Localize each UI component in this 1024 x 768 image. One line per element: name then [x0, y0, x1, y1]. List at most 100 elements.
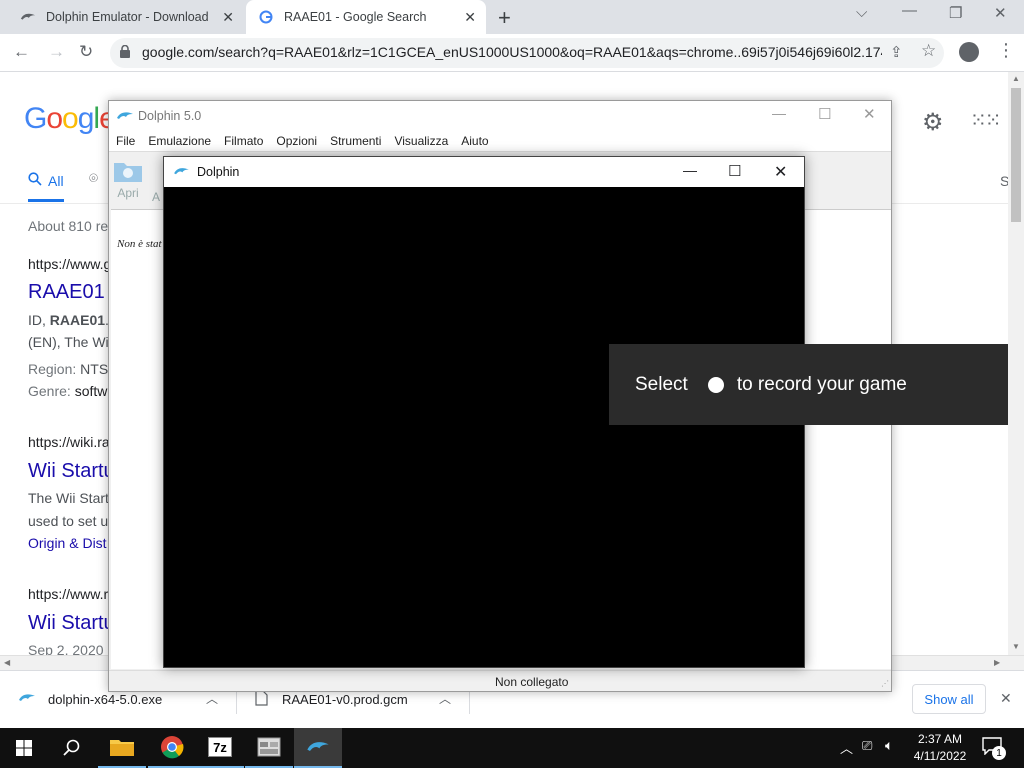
- result-title[interactable]: RAAE01: [28, 281, 105, 304]
- resize-grip-icon[interactable]: ⋰: [881, 679, 889, 688]
- menu-kebab-icon[interactable]: ⋮: [997, 40, 1015, 61]
- clock[interactable]: 2:37 AM 4/11/2022: [912, 731, 968, 765]
- toast-prefix: Select: [635, 373, 688, 395]
- profile-avatar[interactable]: [959, 42, 979, 62]
- dolphin-icon: [173, 165, 190, 180]
- result-url[interactable]: https://wiki.ra: [28, 434, 110, 450]
- share-icon[interactable]: ⇪: [890, 43, 903, 61]
- menu-strumenti[interactable]: Strumenti: [323, 131, 387, 151]
- result-sitelink[interactable]: Origin & Dist: [28, 535, 107, 551]
- menu-aiuto[interactable]: Aiuto: [454, 131, 494, 151]
- active-tab-underline: [28, 199, 64, 202]
- bookmark-star-icon[interactable]: ☆: [921, 41, 936, 61]
- download-filename: RAAE01-v0.prod.gcm: [282, 691, 408, 707]
- render-titlebar[interactable]: Dolphin — ☐ ✕: [164, 157, 804, 187]
- result-title[interactable]: Wii Startu: [28, 460, 115, 483]
- url-text[interactable]: google.com/search?q=RAAE01&rlz=1C1GCEA_e…: [142, 44, 882, 60]
- result-title[interactable]: Wii Startu: [28, 612, 115, 635]
- chevron-up-icon[interactable]: ︿: [206, 690, 218, 707]
- window-title: Dolphin 5.0: [138, 109, 202, 123]
- attr-value[interactable]: softw: [75, 383, 108, 399]
- volume-icon[interactable]: 🔈︎: [885, 737, 893, 754]
- menu-opzioni[interactable]: Opzioni: [269, 131, 323, 151]
- close-button[interactable]: ✕: [863, 105, 876, 123]
- scroll-up-arrow-icon[interactable]: ▲: [1012, 74, 1020, 83]
- forward-button[interactable]: →: [48, 42, 65, 62]
- close-downloads-icon[interactable]: ✕: [1000, 690, 1012, 707]
- render-surface[interactable]: [164, 187, 804, 667]
- vertical-scrollbar[interactable]: ▲ ▼: [1008, 72, 1024, 655]
- minimize-button[interactable]: —: [902, 2, 917, 19]
- record-dot-icon: [707, 376, 724, 393]
- close-window-button[interactable]: ✕: [994, 4, 1007, 22]
- status-text: Non collegato: [495, 675, 569, 689]
- tab-all-label: All: [48, 172, 64, 189]
- scroll-right-arrow-icon[interactable]: ▶: [994, 658, 1000, 667]
- minimize-button[interactable]: —: [772, 105, 786, 121]
- lock-icon[interactable]: [120, 44, 130, 58]
- back-button[interactable]: ←: [13, 42, 30, 62]
- window-title: Dolphin: [197, 165, 240, 179]
- tab-title: Dolphin Emulator - Download: [46, 10, 209, 24]
- attr-label: Genre:: [28, 383, 75, 399]
- open-button[interactable]: Apri: [112, 159, 144, 207]
- result-attribute: Region: NTS: [28, 361, 108, 377]
- file-icon: [255, 689, 268, 709]
- scroll-left-arrow-icon[interactable]: ◀: [4, 658, 10, 667]
- show-all-button[interactable]: Show all: [912, 684, 986, 714]
- toast-suffix: to record your game: [736, 373, 907, 395]
- maximize-button[interactable]: ☐: [818, 105, 831, 123]
- result-snippet-line: The Wii Start: [28, 490, 109, 506]
- chrome-icon[interactable]: [148, 728, 196, 768]
- result-url[interactable]: https://www.g: [28, 256, 111, 272]
- folder-icon: [112, 159, 144, 186]
- close-button[interactable]: ✕: [774, 162, 787, 182]
- menu-file[interactable]: File: [109, 131, 141, 151]
- settings-gear-icon[interactable]: ⚙: [922, 108, 944, 137]
- game-bar-record-toast: Select to record your game: [609, 344, 1008, 425]
- snippet-text: ID,: [28, 312, 50, 328]
- tab-search-icon[interactable]: ⌵: [856, 4, 867, 21]
- tab-all[interactable]: All: [28, 172, 64, 189]
- result-attribute: Genre: softw: [28, 383, 107, 399]
- start-windows-icon[interactable]: [0, 728, 48, 768]
- search-icon: [28, 172, 42, 189]
- snippet-bold: RAAE01: [49, 312, 106, 328]
- menu-emulazione[interactable]: Emulazione: [141, 131, 217, 151]
- app-window-icon[interactable]: [245, 728, 293, 768]
- google-logo[interactable]: Google: [24, 102, 116, 136]
- attr-value: NTS: [80, 361, 109, 377]
- menu-visualizza[interactable]: Visualizza: [387, 131, 454, 151]
- chevron-up-icon[interactable]: ︿: [840, 738, 853, 757]
- new-tab-button[interactable]: +: [498, 5, 511, 31]
- chevron-up-icon[interactable]: ︿: [439, 690, 451, 707]
- notification-center-icon[interactable]: 1: [982, 737, 1008, 760]
- tab-dolphin-download[interactable]: Dolphin Emulator - Download ✕: [8, 0, 244, 34]
- menu-filmato[interactable]: Filmato: [217, 131, 269, 151]
- dolphin-icon: [116, 110, 134, 125]
- search-icon[interactable]: [48, 728, 96, 768]
- maps-pin-icon[interactable]: ⌾: [89, 170, 98, 187]
- scroll-down-arrow-icon[interactable]: ▼: [1012, 642, 1020, 651]
- close-tab-icon[interactable]: ✕: [464, 9, 476, 26]
- dolphin-icon: [18, 692, 36, 707]
- tab-google-search[interactable]: RAAE01 - Google Search ✕: [246, 0, 486, 34]
- file-explorer-icon[interactable]: [98, 728, 146, 768]
- result-url[interactable]: https://www.r: [28, 586, 108, 602]
- dolphin-menubar: File Emulazione Filmato Opzioni Strument…: [109, 131, 891, 152]
- network-icon[interactable]: ⎚: [862, 738, 872, 754]
- result-stats: About 810 re: [28, 218, 109, 234]
- google-icon: [258, 9, 274, 25]
- 7zip-icon[interactable]: 7z: [196, 728, 244, 768]
- dolphin-taskbar-icon[interactable]: [294, 728, 342, 768]
- close-tab-icon[interactable]: ✕: [222, 9, 234, 26]
- toolbar-label[interactable]: A: [152, 190, 160, 204]
- download-filename: dolphin-x64-5.0.exe: [48, 691, 163, 707]
- maximize-button[interactable]: ☐: [728, 162, 741, 180]
- reload-button[interactable]: ↻: [79, 42, 93, 62]
- scrollbar-thumb[interactable]: [1011, 88, 1021, 222]
- apps-grid-icon[interactable]: ⁙⁙: [970, 108, 1001, 133]
- dolphin-icon: [20, 9, 36, 25]
- minimize-button[interactable]: —: [683, 162, 697, 178]
- restore-button[interactable]: ❐: [949, 4, 962, 22]
